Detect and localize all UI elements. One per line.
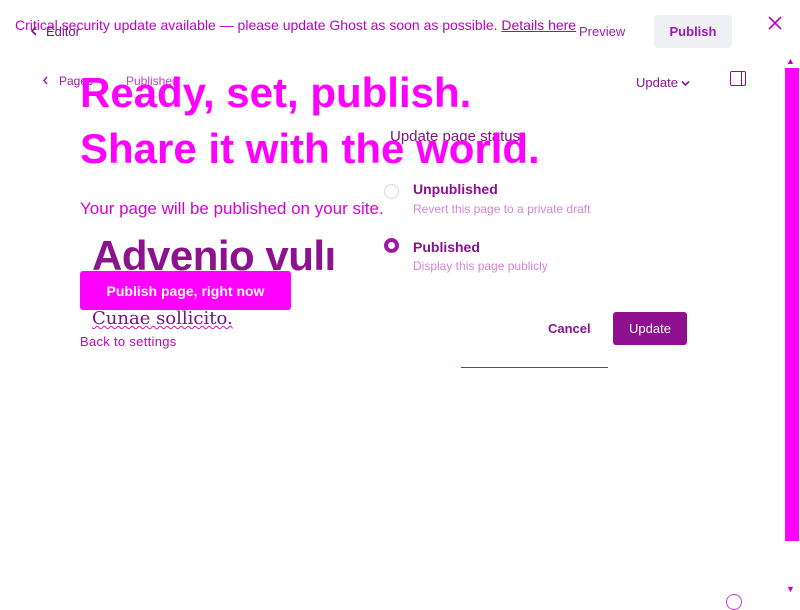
published-option-label[interactable]: Published xyxy=(413,239,480,255)
update-menu-label: Update xyxy=(636,75,678,90)
close-icon[interactable] xyxy=(766,14,784,32)
scroll-down-arrow-icon[interactable]: ▼ xyxy=(786,584,795,594)
unpublished-option-description: Revert this page to a private draft xyxy=(413,202,591,216)
publish-heading-line2: Share it with the world. xyxy=(80,125,540,172)
security-update-banner: Critical security update available — ple… xyxy=(15,17,576,33)
details-link[interactable]: Details here xyxy=(501,17,576,33)
scroll-up-arrow-icon[interactable]: ▲ xyxy=(786,56,795,66)
publish-now-button[interactable]: Publish page, right now xyxy=(80,271,291,310)
chevron-left-icon xyxy=(42,74,49,88)
sidebar-toggle-icon[interactable] xyxy=(730,71,746,86)
scrollbar-thumb[interactable] xyxy=(785,68,799,541)
page-body-text[interactable]: Cunae sollicito. xyxy=(92,308,233,329)
popup-divider xyxy=(461,367,608,368)
publish-heading-line1: Ready, set, publish. xyxy=(80,69,472,116)
published-option-description: Display this page publicly xyxy=(413,259,548,273)
publish-button[interactable]: Publish xyxy=(654,15,732,48)
unpublished-radio[interactable] xyxy=(384,184,399,199)
publish-subtext: Your page will be published on your site… xyxy=(80,199,384,218)
update-menu-trigger[interactable]: Update xyxy=(636,75,690,90)
cancel-button[interactable]: Cancel xyxy=(548,321,591,336)
help-icon[interactable] xyxy=(726,594,742,610)
update-button[interactable]: Update xyxy=(613,312,687,345)
published-radio[interactable] xyxy=(384,238,399,253)
security-banner-text: Critical security update available — ple… xyxy=(15,17,498,33)
preview-button[interactable]: Preview xyxy=(579,24,625,39)
back-to-settings-link[interactable]: Back to settings xyxy=(80,334,177,349)
chevron-down-icon xyxy=(681,75,690,90)
unpublished-option-label[interactable]: Unpublished xyxy=(413,181,498,197)
